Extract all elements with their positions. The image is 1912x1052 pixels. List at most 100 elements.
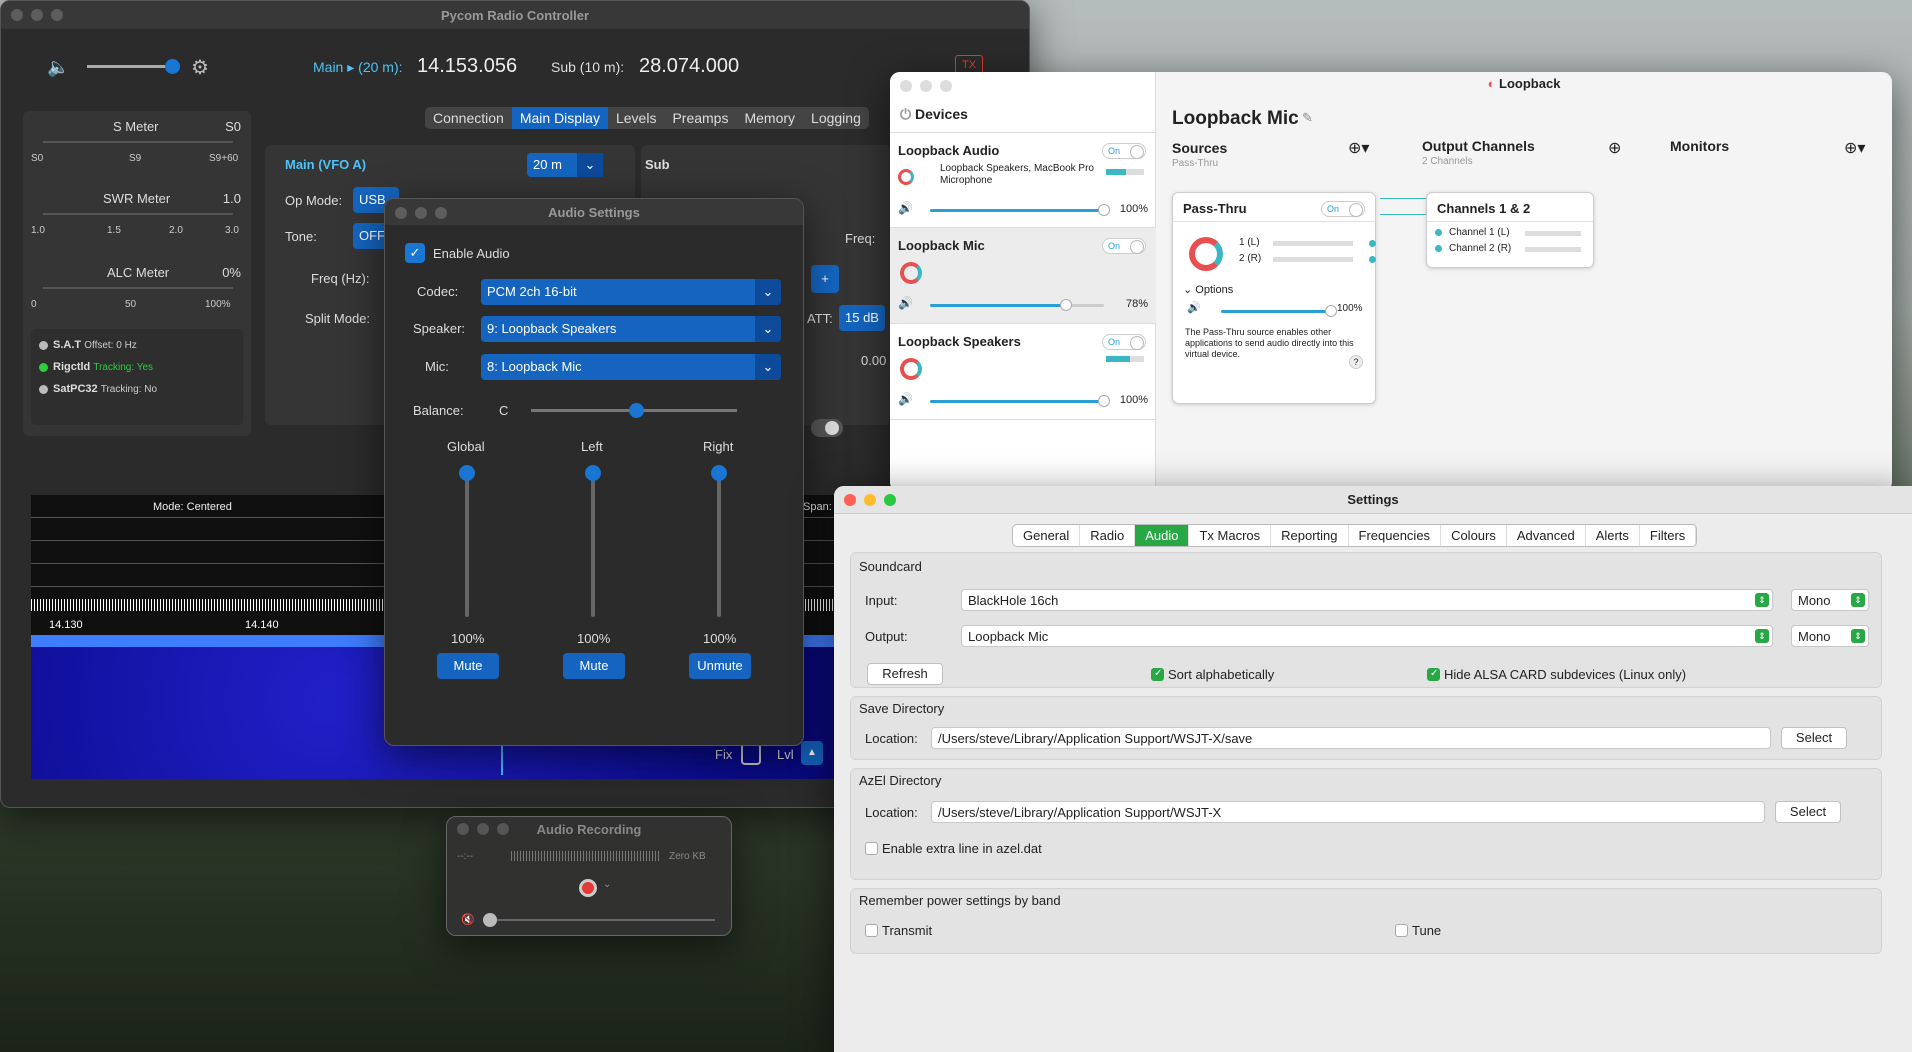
help-button[interactable]: ? [1349,355,1363,369]
channels-card[interactable]: Channels 1 & 2 Channel 1 (L) Channel 2 (… [1426,192,1594,268]
azel-location-input[interactable]: /Users/steve/Library/Application Support… [931,801,1765,823]
refresh-button[interactable]: Refresh [867,663,943,685]
device-on-toggle[interactable]: On [1102,238,1146,254]
left-mute-button[interactable]: Mute [563,653,625,679]
band-select[interactable]: 20 m ⌄ [527,153,603,177]
close-button[interactable] [11,9,23,21]
codec-select[interactable]: PCM 2ch 16-bit ⌄ [481,279,781,305]
hide-alsa-checkbox[interactable]: Hide ALSA CARD subdevices (Linux only) [1427,667,1686,682]
tab-frequencies[interactable]: Frequencies [1349,525,1442,546]
minimize-button[interactable] [31,9,43,21]
mic-select[interactable]: 8: Loopback Mic ⌄ [481,354,781,380]
transmit-checkbox[interactable]: Transmit [865,923,932,938]
tab-memory[interactable]: Memory [736,107,803,129]
enable-audio-checkbox[interactable]: ✓ [405,243,425,263]
azel-select-button[interactable]: Select [1775,801,1841,823]
codec-label: Codec: [417,284,459,299]
tab-tx-macros[interactable]: Tx Macros [1189,525,1272,546]
left-slider[interactable] [585,465,601,617]
extra-line-checkbox[interactable]: Enable extra line in azel.dat [865,841,1042,856]
recording-volume-slider[interactable] [483,913,715,927]
save-directory-group: Save Directory Location: /Users/steve/Li… [850,696,1882,760]
speaker-muted-icon[interactable]: 🔇 [461,913,475,926]
plus-button[interactable]: + [811,265,839,293]
pencil-icon[interactable]: ✎ [1302,110,1313,126]
tab-main-display[interactable]: Main Display [511,107,608,129]
tab-logging[interactable]: Logging [803,107,869,129]
minimize-button[interactable] [920,80,932,92]
close-button[interactable] [395,207,407,219]
output-select[interactable]: Loopback Mic ⇕ [961,625,1773,647]
tab-reporting[interactable]: Reporting [1271,525,1349,546]
device-loopback-audio[interactable]: Loopback Audio On Loopback Speakers, Mac… [890,132,1156,228]
volume-slider[interactable] [930,395,1110,407]
input-select[interactable]: BlackHole 16ch ⇕ [961,589,1773,611]
tab-connection[interactable]: Connection [425,107,512,129]
right-slider[interactable] [711,465,727,617]
tab-audio[interactable]: Audio [1135,525,1190,546]
zoom-button[interactable] [940,80,952,92]
volume-slider[interactable] [930,299,1072,311]
right-unmute-button[interactable]: Unmute [689,653,751,679]
add-source-icon[interactable]: ⊕▾ [1348,138,1369,158]
device-on-toggle[interactable]: On [1102,334,1146,350]
add-monitor-icon[interactable]: ⊕▾ [1844,138,1865,158]
tab-colours[interactable]: Colours [1441,525,1507,546]
tick: 0 [31,299,37,310]
output-channel-select[interactable]: Mono ⇕ [1791,625,1869,647]
device-loopback-mic[interactable]: Loopback Mic On 🔊 78% [890,228,1156,324]
options-toggle[interactable]: ⌄ Options [1183,283,1233,296]
pycom-titlebar: Pycom Radio Controller [1,1,1029,29]
triangle-up-icon[interactable]: ▲ [801,741,823,765]
balance-value: C [499,403,509,418]
device-loopback-speakers[interactable]: Loopback Speakers On 🔊 100% [890,324,1156,420]
save-select-button[interactable]: Select [1781,727,1847,749]
chevron-down-icon[interactable]: ⌄ [603,879,611,890]
device-on-toggle[interactable]: On [1102,143,1146,159]
balance-slider[interactable] [531,403,737,418]
add-output-icon[interactable]: ⊕ [1608,138,1621,158]
volume-slider[interactable] [87,59,180,74]
volume-slider[interactable] [930,204,1110,216]
tune-checkbox[interactable]: Tune [1395,923,1441,938]
tab-levels[interactable]: Levels [608,107,664,129]
options-volume-slider[interactable] [1221,305,1337,317]
zoom-button[interactable] [435,207,447,219]
virtual-device-name[interactable]: Loopback Mic [1172,108,1299,130]
record-button[interactable] [579,879,597,897]
loopback-sidebar: ⏻ Devices Loopback Audio On Loopback Spe… [890,72,1156,492]
zoom-button[interactable] [51,9,63,21]
global-slider[interactable] [459,465,475,617]
toggle-switch[interactable] [811,419,843,437]
save-location-input[interactable]: /Users/steve/Library/Application Support… [931,727,1771,749]
tab-radio[interactable]: Radio [1080,525,1136,546]
pass-thru-toggle[interactable]: On [1321,201,1365,217]
sort-checkbox[interactable]: Sort alphabetically [1151,667,1274,682]
pass-thru-card[interactable]: Pass-Thru On 1 (L) 2 (R) ⌄ Options 🔊 100… [1172,192,1376,404]
close-button[interactable] [844,494,856,506]
tab-general[interactable]: General [1013,525,1081,546]
tab-filters[interactable]: Filters [1640,525,1697,546]
input-channel-select[interactable]: Mono ⇕ [1791,589,1869,611]
att-select[interactable]: 15 dB [839,305,885,331]
tab-advanced[interactable]: Advanced [1507,525,1586,546]
zoom-button[interactable] [884,494,896,506]
fix-checkbox[interactable] [741,743,761,765]
zoom-button[interactable] [497,823,509,835]
gear-icon[interactable]: ⚙ [191,55,209,80]
minimize-button[interactable] [477,823,489,835]
close-button[interactable] [900,80,912,92]
loopback-icon [900,358,922,380]
global-mute-button[interactable]: Mute [437,653,499,679]
minimize-button[interactable] [864,494,876,506]
minimize-button[interactable] [415,207,427,219]
close-button[interactable] [457,823,469,835]
speaker-select[interactable]: 9: Loopback Speakers ⌄ [481,316,781,342]
pycom-tabs: Connection Main Display Levels Preamps M… [425,107,869,129]
speaker-icon: 🔊 [1187,302,1201,314]
power-icon[interactable]: ⏻ [900,106,911,122]
speaker-muted-icon[interactable]: 🔈 [47,57,69,78]
tab-preamps[interactable]: Preamps [664,107,736,129]
tab-alerts[interactable]: Alerts [1586,525,1640,546]
alc-meter-label: ALC Meter [107,265,170,280]
